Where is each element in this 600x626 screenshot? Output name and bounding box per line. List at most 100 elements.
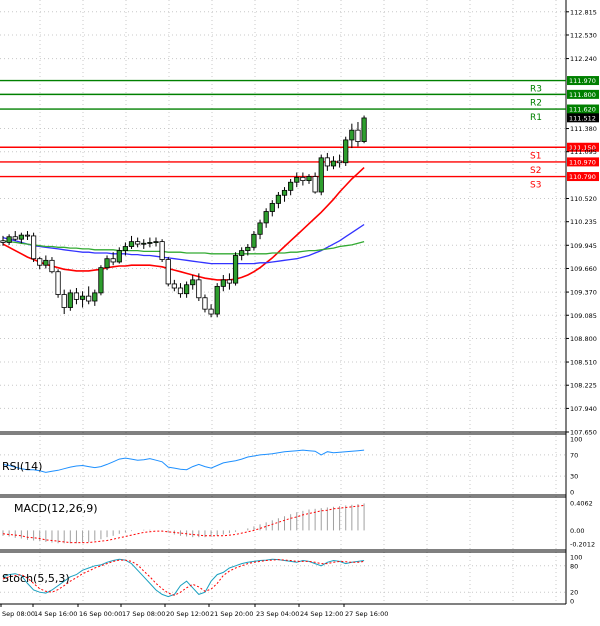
time-tick-label: 21 Sep 20:00 — [210, 610, 253, 618]
candle-bearish — [30, 235, 37, 260]
candle-bullish — [122, 246, 128, 251]
candle-bearish — [165, 259, 171, 285]
candle-bearish — [49, 259, 55, 273]
price-tick-label: 107.940 — [570, 405, 597, 413]
candle-bullish — [153, 241, 159, 244]
time-tick-label: 17 Sep 08:00 — [122, 610, 165, 618]
level-name-s3: S3 — [530, 181, 541, 191]
level-price-label: 111.800 — [569, 91, 596, 99]
level-price-label: 110.790 — [569, 173, 596, 181]
price-tick-label: 108.225 — [570, 382, 597, 390]
candle-bearish — [86, 295, 92, 302]
time-tick-label: 14 Sep 16:00 — [34, 610, 77, 618]
candle-bearish — [196, 279, 202, 299]
candle-bearish — [73, 292, 80, 300]
candle-bullish — [116, 250, 122, 263]
candle-bearish — [312, 176, 318, 193]
level-price-label: 110.970 — [569, 158, 596, 166]
candle-bullish — [294, 176, 300, 183]
macd-label: MACD(12,26,9) — [14, 502, 98, 515]
price-tick-label: 111.095 — [570, 148, 597, 156]
candle-bullish — [245, 246, 251, 251]
candle-bullish — [43, 259, 49, 266]
candle-bullish — [190, 279, 196, 286]
level-name-s2: S2 — [530, 166, 541, 176]
price-tick-label: 108.800 — [570, 335, 597, 343]
candle-bullish — [214, 285, 220, 315]
time-tick-label: 27 Sep 16:00 — [345, 610, 388, 618]
candle-bullish — [343, 139, 349, 164]
price-tick-label: 109.660 — [570, 265, 597, 273]
time-tick-label: Sep 08:00 — [2, 610, 35, 618]
level-name-r2: R2 — [530, 98, 542, 108]
candle-bullish — [92, 292, 98, 302]
time-tick-label: 24 Sep 12:00 — [300, 610, 343, 618]
candle-bullish — [275, 194, 282, 204]
stoch-label: Stoch(5,5,3) — [2, 572, 70, 585]
price-chart: R3111.970R2111.800R1111.620S1111.150S211… — [0, 0, 600, 622]
candle-bearish — [355, 129, 361, 142]
level-price-label: 111.970 — [569, 77, 596, 85]
candle-bearish — [0, 240, 6, 243]
candle-bearish — [226, 279, 233, 284]
candle-bullish — [361, 117, 367, 142]
candle-bearish — [208, 308, 214, 315]
candle-bullish — [306, 176, 312, 182]
rsi-tick-label: 70 — [570, 451, 578, 459]
macd-tick-label: 0.4062 — [570, 500, 593, 508]
candle-bullish — [104, 258, 110, 269]
price-tick-label: 109.945 — [570, 242, 597, 250]
candle-bullish — [6, 236, 12, 243]
stoch-tick-label: 20 — [570, 589, 578, 597]
macd-tick-label: -0.2012 — [570, 541, 595, 549]
candle-bearish — [12, 236, 18, 240]
candle-bullish — [269, 202, 275, 212]
level-name-r1: R1 — [530, 113, 542, 123]
level-name-r3: R3 — [530, 85, 542, 95]
candle-bullish — [220, 279, 226, 287]
candle-bearish — [159, 241, 165, 260]
candle-bullish — [239, 250, 245, 256]
candle-bearish — [24, 234, 31, 237]
time-tick-label: 23 Sep 04:00 — [256, 610, 299, 618]
candle-bearish — [61, 294, 67, 308]
price-tick-label: 108.510 — [570, 359, 597, 367]
level-price-label: 111.620 — [569, 106, 596, 114]
candle-bullish — [183, 284, 190, 295]
candle-bearish — [202, 297, 208, 310]
candle-bullish — [318, 157, 324, 193]
candle-bullish — [128, 241, 135, 247]
price-tick-label: 112.530 — [570, 31, 597, 39]
candle-bullish — [18, 234, 24, 240]
time-tick-label: 20 Sep 12:00 — [166, 610, 209, 618]
stoch-tick-label: 100 — [570, 554, 582, 562]
candle-bearish — [135, 241, 141, 245]
macd-tick-label: 0.00 — [570, 527, 584, 535]
candle-bearish — [37, 258, 43, 266]
candle-bullish — [67, 292, 73, 308]
rsi-label: RSI(14) — [2, 460, 42, 473]
price-tick-label: 109.085 — [570, 312, 597, 320]
candle-bullish — [349, 129, 355, 141]
candle-bullish — [263, 211, 269, 224]
candle-bullish — [98, 267, 104, 294]
price-tick-label: 112.815 — [570, 8, 597, 16]
rsi-tick-label: 100 — [570, 436, 582, 444]
stoch-tick-label: 80 — [570, 562, 578, 570]
candle-bullish — [288, 181, 294, 191]
candle-bearish — [55, 271, 61, 295]
price-tick-label: 110.520 — [570, 195, 597, 203]
candle-bullish — [147, 242, 153, 244]
price-tick-label: 111.380 — [570, 125, 597, 133]
rsi-tick-label: 30 — [570, 473, 578, 481]
chart-window: R3 111.970 R2 111.800 R1 111.620 S1 111.150 S2 11… — [0, 0, 600, 622]
candle-bearish — [300, 176, 306, 182]
stoch-tick-label: 0 — [570, 598, 574, 606]
rsi-tick-label: 0 — [570, 489, 574, 497]
last-price-label: 111.512 — [569, 114, 596, 122]
price-tick-label: 110.235 — [570, 218, 597, 226]
price-tick-label: 112.240 — [570, 55, 597, 63]
level-name-s1: S1 — [530, 151, 541, 161]
candle-bearish — [177, 287, 184, 295]
candle-bearish — [336, 160, 343, 164]
